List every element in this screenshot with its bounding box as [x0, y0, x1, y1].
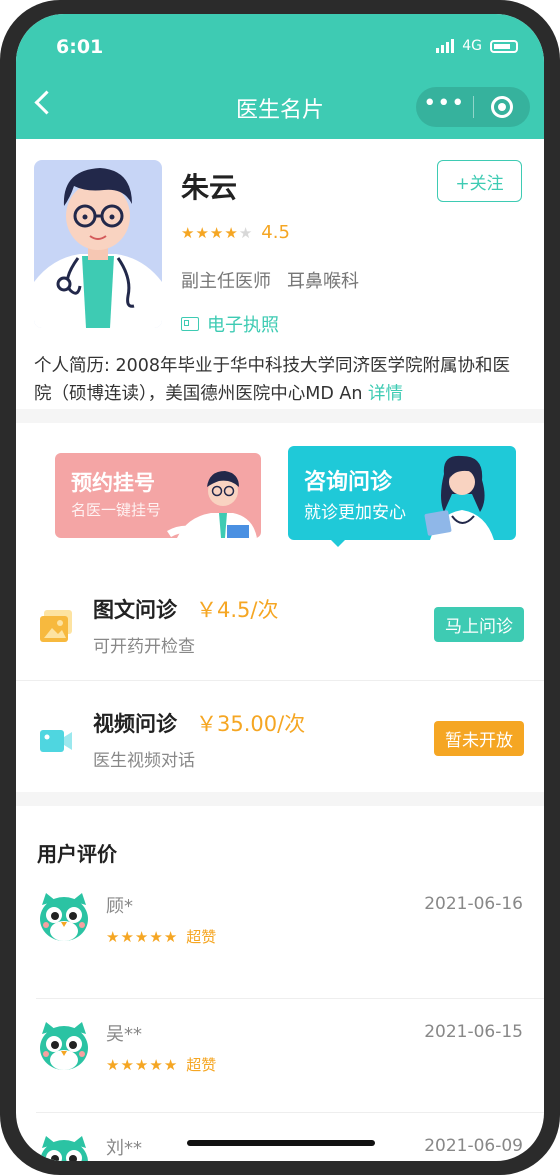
star-icon: ★: [209, 223, 224, 242]
star-icon: ★: [134, 1055, 149, 1074]
review-stars: ★ ★ ★ ★ ★ 超赞: [106, 926, 216, 947]
nurse-illustration-icon: [424, 455, 494, 540]
review-tag: 超赞: [186, 1056, 217, 1074]
service-price: ￥35.00/次: [196, 712, 306, 736]
id-card-icon: [181, 317, 199, 331]
booking-card[interactable]: 预约挂号 名医一键挂号: [55, 453, 261, 538]
reviewer-name: 刘**: [106, 1138, 142, 1159]
review-date: 2021-06-16: [424, 894, 523, 914]
booking-subtitle: 名医一键挂号: [71, 501, 162, 519]
close-mini-program-button[interactable]: [474, 87, 531, 127]
consult-card[interactable]: 咨询问诊 就诊更加安心: [288, 446, 516, 540]
consult-subtitle: 就诊更加安心: [304, 503, 406, 523]
review-item: 顾* ★ ★ ★ ★ ★ 超赞 2021-06-16: [16, 884, 544, 998]
reviewer-name: 顾*: [106, 896, 133, 917]
owl-avatar-icon: [40, 1022, 88, 1070]
reviews-heading: 用户评价: [37, 842, 117, 866]
star-icon: ★: [163, 927, 178, 946]
review-divider: [36, 998, 544, 999]
phone-frame: 6:01 4G 医生名片 ••• 朱云 +关注 ★ ★ ★ ★ ★ 4.5 副主…: [0, 0, 560, 1175]
star-icon: ★: [120, 1055, 134, 1074]
service-name: 图文问诊: [93, 598, 177, 622]
service-name: 视频问诊: [93, 712, 177, 736]
star-icon: ★: [106, 927, 120, 946]
owl-avatar-icon: [40, 1136, 88, 1161]
bio-text: 个人简历: 2008年毕业于华中科技大学同济医学院附属协和医院（硕博连读），美国…: [34, 356, 510, 404]
doctor-name: 朱云: [181, 171, 238, 204]
review-date: 2021-06-15: [424, 1022, 523, 1042]
video-icon: [40, 730, 72, 752]
mini-program-capsule: •••: [416, 87, 530, 127]
review-item: 刘** 2021-06-09: [16, 1112, 544, 1161]
doctor-bio: 个人简历: 2008年毕业于华中科技大学同济医学院附属协和医院（硕博连读），美国…: [34, 352, 526, 408]
review-item: 吴** ★ ★ ★ ★ ★ 超赞 2021-06-15: [16, 998, 544, 1112]
reviewer-name: 吴**: [106, 1024, 142, 1045]
review-tag: 超赞: [186, 928, 217, 946]
half-star-icon: ★: [238, 223, 253, 242]
service-price: ￥4.5/次: [196, 598, 279, 622]
star-icon: ★: [120, 927, 134, 946]
doctor-illustration-icon: [167, 471, 257, 538]
consult-title: 咨询问诊: [304, 470, 393, 495]
star-icon: ★: [106, 1055, 120, 1074]
status-indicators: 4G: [436, 38, 518, 54]
doctor-avatar: [34, 160, 162, 328]
signal-icon: [436, 39, 455, 53]
license-label: 电子执照: [207, 315, 279, 336]
rating-value: 4.5: [261, 222, 290, 243]
booking-title: 预约挂号: [71, 471, 155, 495]
star-icon: ★: [195, 223, 209, 242]
service-row: 图文问诊 ￥4.5/次 可开药开检查 马上问诊: [16, 570, 544, 680]
service-desc: 可开药开检查: [93, 637, 195, 657]
section-divider: [16, 792, 544, 806]
service-desc: 医生视频对话: [93, 751, 195, 771]
review-date: 2021-06-09: [424, 1136, 523, 1156]
consult-card-pointer: [329, 538, 347, 547]
not-available-button[interactable]: 暂未开放: [434, 721, 524, 756]
doctor-title: 副主任医师: [181, 271, 271, 292]
owl-avatar-icon: [40, 893, 88, 941]
more-button[interactable]: •••: [416, 87, 473, 127]
bio-more-link[interactable]: 详情: [368, 384, 403, 404]
image-icon: [40, 610, 72, 642]
star-icon: ★: [163, 1055, 178, 1074]
star-icon: ★: [134, 927, 149, 946]
home-indicator: [187, 1140, 375, 1146]
star-icon: ★: [224, 223, 238, 242]
star-icon: ★: [149, 927, 163, 946]
more-dots-icon: •••: [423, 91, 466, 116]
top-bar: 6:01 4G 医生名片 •••: [16, 14, 544, 139]
doctor-department: 耳鼻喉科: [287, 271, 359, 292]
status-time: 6:01: [56, 36, 104, 58]
section-divider: [16, 409, 544, 423]
review-stars: ★ ★ ★ ★ ★ 超赞: [106, 1054, 216, 1075]
review-divider: [36, 1112, 544, 1113]
screen: 6:01 4G 医生名片 ••• 朱云 +关注 ★ ★ ★ ★ ★ 4.5 副主…: [16, 14, 544, 1161]
network-label: 4G: [462, 38, 482, 54]
license-link[interactable]: 电子执照: [181, 311, 279, 337]
service-row: 视频问诊 ￥35.00/次 医生视频对话 暂未开放: [16, 684, 544, 794]
star-icon: ★: [181, 223, 195, 242]
doctor-title-row: 副主任医师 耳鼻喉科: [181, 267, 375, 293]
doctor-rating: ★ ★ ★ ★ ★ 4.5: [181, 222, 290, 243]
follow-button[interactable]: +关注: [437, 160, 522, 202]
battery-icon: [490, 39, 518, 53]
target-icon: [490, 96, 513, 118]
service-divider: [16, 680, 544, 681]
star-icon: ★: [149, 1055, 163, 1074]
consult-now-button[interactable]: 马上问诊: [434, 607, 524, 642]
